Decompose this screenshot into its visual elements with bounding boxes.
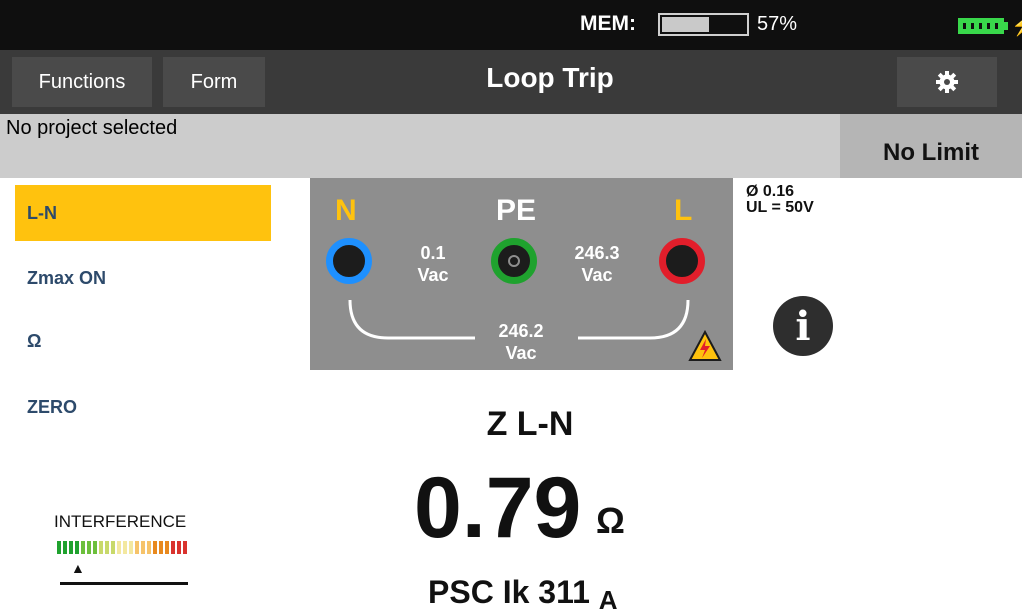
interference-segment xyxy=(75,541,79,554)
memory-percent: 57% xyxy=(757,13,798,35)
psc-value: PSC Ik 311 xyxy=(428,574,590,610)
interference-segment xyxy=(183,541,187,554)
info-icon[interactable]: i xyxy=(773,296,833,356)
interference-segment xyxy=(171,541,175,554)
battery-tip xyxy=(1004,22,1008,30)
memory-label: MEM: xyxy=(580,12,636,35)
interference-segment xyxy=(111,541,115,554)
n-l-connector-line xyxy=(348,299,690,340)
menu-item-zero[interactable]: ZERO xyxy=(15,379,271,435)
interference-baseline xyxy=(60,582,188,585)
interference-segment xyxy=(117,541,121,554)
interference-segment xyxy=(159,541,163,554)
result-unit: Ω xyxy=(596,500,625,541)
menu-item-l-n[interactable]: L-N xyxy=(15,185,271,241)
interference-segment xyxy=(123,541,127,554)
psc-result: PSC Ik 311 A xyxy=(428,574,618,615)
interference-segment xyxy=(129,541,133,554)
gear-icon xyxy=(936,71,958,93)
page-title: Loop Trip xyxy=(486,62,614,93)
battery-charging-icon xyxy=(958,18,1004,34)
functions-button[interactable]: Functions xyxy=(12,57,152,107)
interference-segment xyxy=(57,541,61,554)
interference-label: INTERFERENCE xyxy=(54,512,187,531)
interference-segment xyxy=(141,541,145,554)
phase-info: Ø 0.16 UL = 50V xyxy=(746,184,814,216)
psc-unit: A xyxy=(598,585,618,615)
interference-segment xyxy=(81,541,85,554)
interference-segment xyxy=(105,541,109,554)
interference-segment xyxy=(69,541,73,554)
project-status: No project selected xyxy=(6,117,178,139)
menu-item-ohm[interactable]: Ω xyxy=(15,313,271,369)
interference-segment xyxy=(165,541,169,554)
interference-pointer-icon: ▲ xyxy=(71,560,85,576)
interference-segment xyxy=(177,541,181,554)
menu-item-zmax[interactable]: Zmax ON xyxy=(15,250,271,306)
limit-selector[interactable]: No Limit xyxy=(840,114,1022,178)
lightning-icon: ⚡ xyxy=(1011,13,1022,38)
interference-segment xyxy=(93,541,97,554)
interference-segment xyxy=(135,541,139,554)
settings-button[interactable] xyxy=(897,57,997,107)
interference-segment xyxy=(153,541,157,554)
result-value: 0.79 xyxy=(414,460,582,556)
measurement-label: Z L-N xyxy=(486,405,574,443)
interference-segment xyxy=(147,541,151,554)
memory-usage-fill xyxy=(662,17,709,32)
interference-segment xyxy=(63,541,67,554)
interference-segment xyxy=(87,541,91,554)
phase-angle: Ø 0.16 xyxy=(746,183,795,200)
interference-scale xyxy=(57,541,187,554)
interference-segment xyxy=(99,541,103,554)
status-bar xyxy=(0,0,1022,50)
ul-limit: UL = 50V xyxy=(746,199,814,216)
form-button[interactable]: Form xyxy=(163,57,265,107)
high-voltage-warning-icon xyxy=(688,330,722,361)
limit-label: No Limit xyxy=(883,139,979,166)
memory-usage-bar xyxy=(658,13,749,36)
